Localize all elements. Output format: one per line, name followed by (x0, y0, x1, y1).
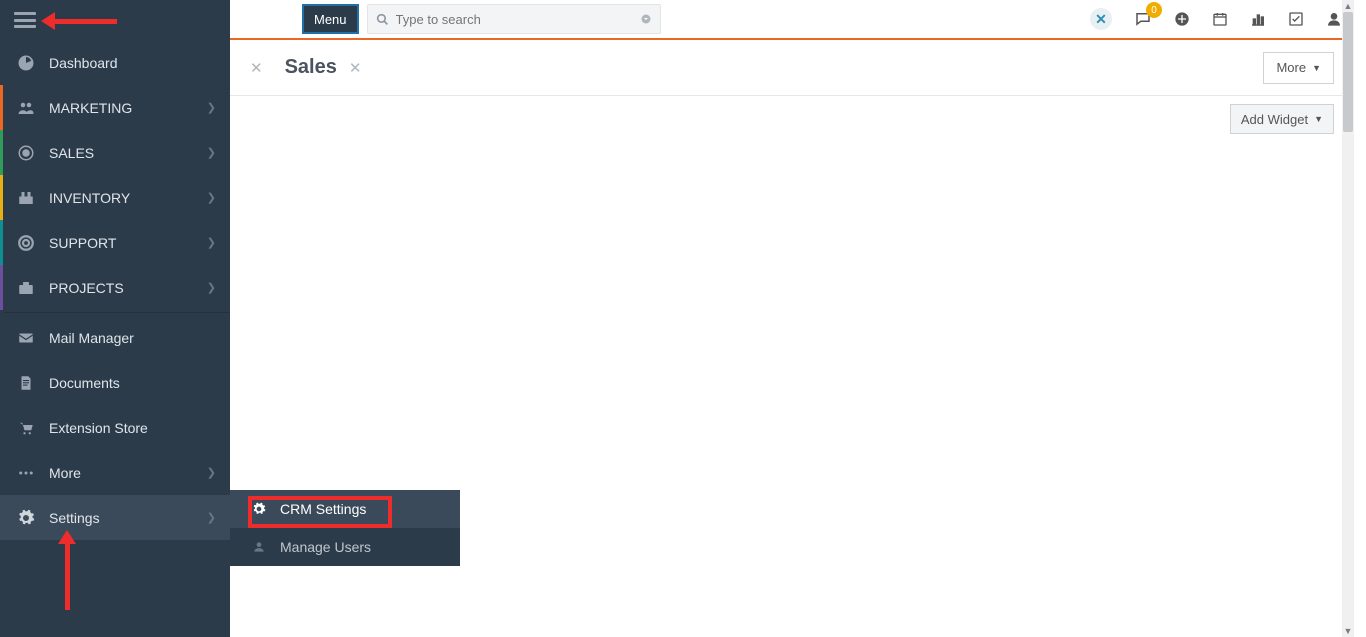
caret-down-icon: ▼ (1312, 63, 1321, 73)
search-box (367, 4, 661, 34)
submenu-item-manage-users[interactable]: Manage Users (230, 528, 460, 566)
submenu-item-label: Manage Users (280, 539, 371, 555)
sidebar-item-extension-store[interactable]: Extension Store (0, 405, 230, 450)
search-icon (376, 13, 389, 26)
sidebar-item-mail-manager[interactable]: Mail Manager (0, 315, 230, 360)
chevron-right-icon: ❯ (207, 466, 216, 479)
more-icon (17, 464, 39, 482)
search-input[interactable] (368, 5, 660, 33)
lifebuoy-icon (17, 234, 39, 252)
submenu-item-crm-settings[interactable]: CRM Settings (230, 490, 460, 528)
notification-badge: 0 (1146, 2, 1162, 18)
calendar-icon[interactable] (1212, 11, 1228, 27)
chat-icon[interactable]: 0 (1134, 10, 1152, 28)
chevron-right-icon: ❯ (207, 146, 216, 159)
document-icon (17, 374, 39, 392)
hamburger-icon[interactable] (14, 12, 36, 28)
topbar-right: ✕ 0 (1090, 8, 1342, 30)
reports-icon[interactable] (1250, 11, 1266, 27)
sidebar-item-support[interactable]: SUPPORT ❯ (0, 220, 230, 265)
sidebar-item-inventory[interactable]: INVENTORY ❯ (0, 175, 230, 220)
scrollbar[interactable]: ▲ ▼ (1342, 0, 1354, 637)
sidebar-item-dashboard[interactable]: Dashboard (0, 40, 230, 85)
add-widget-button[interactable]: Add Widget ▼ (1230, 104, 1334, 134)
sidebar-item-projects[interactable]: PROJECTS ❯ (0, 265, 230, 310)
chevron-right-icon: ❯ (207, 101, 216, 114)
sidebar-header (0, 0, 230, 40)
tab-sales[interactable]: Sales (285, 56, 337, 79)
search-dropdown-icon[interactable] (640, 13, 652, 25)
sidebar-item-label: Documents (49, 375, 120, 391)
chevron-right-icon: ❯ (207, 511, 216, 524)
add-widget-label: Add Widget (1241, 112, 1308, 127)
sidebar-item-marketing[interactable]: MARKETING ❯ (0, 85, 230, 130)
more-button[interactable]: More ▼ (1263, 52, 1334, 84)
add-icon[interactable] (1174, 11, 1190, 27)
divider (4, 312, 230, 313)
more-button-label: More (1276, 60, 1306, 75)
brand-logo[interactable]: ✕ (1090, 8, 1112, 30)
sidebar-item-label: Settings (49, 510, 100, 526)
close-icon[interactable]: ✕ (250, 59, 263, 77)
briefcase-icon (17, 279, 39, 297)
settings-submenu: CRM Settings Manage Users (230, 490, 460, 566)
topbar: Menu ✕ 0 (230, 0, 1354, 40)
tasks-icon[interactable] (1288, 11, 1304, 27)
sidebar: Dashboard MARKETING ❯ SALES ❯ INVENTORY … (0, 0, 230, 637)
sidebar-item-label: SUPPORT (49, 235, 116, 251)
sidebar-item-more[interactable]: More ❯ (0, 450, 230, 495)
sidebar-item-sales[interactable]: SALES ❯ (0, 130, 230, 175)
target-icon (17, 144, 39, 162)
sidebar-item-label: More (49, 465, 81, 481)
sidebar-item-label: Extension Store (49, 420, 148, 436)
chevron-right-icon: ❯ (207, 236, 216, 249)
user-menu-icon[interactable] (1326, 11, 1342, 27)
scroll-thumb[interactable] (1343, 12, 1353, 132)
scroll-up-icon[interactable]: ▲ (1342, 0, 1354, 12)
gear-icon (17, 509, 39, 527)
chevron-right-icon: ❯ (207, 281, 216, 294)
cart-icon (17, 419, 39, 437)
gear-icon (252, 502, 270, 516)
sidebar-item-label: SALES (49, 145, 94, 161)
sidebar-item-label: Mail Manager (49, 330, 134, 346)
close-icon[interactable]: ✕ (349, 59, 362, 77)
sidebar-item-label: MARKETING (49, 100, 132, 116)
sidebar-item-settings[interactable]: Settings ❯ (0, 495, 230, 540)
menu-button[interactable]: Menu (302, 4, 359, 34)
caret-down-icon: ▼ (1314, 114, 1323, 124)
sidebar-item-label: PROJECTS (49, 280, 124, 296)
app-root: Dashboard MARKETING ❯ SALES ❯ INVENTORY … (0, 0, 1354, 637)
chevron-right-icon: ❯ (207, 191, 216, 204)
submenu-item-label: CRM Settings (280, 501, 366, 517)
users-icon (17, 99, 39, 117)
logo-icon: ✕ (1090, 8, 1112, 30)
tab-row: ✕ Sales ✕ More ▼ (230, 40, 1354, 96)
sidebar-item-label: Dashboard (49, 55, 118, 71)
sidebar-item-label: INVENTORY (49, 190, 130, 206)
dashboard-icon (17, 54, 39, 72)
sidebar-item-documents[interactable]: Documents (0, 360, 230, 405)
page-toolbar: Add Widget ▼ (230, 96, 1354, 142)
mail-icon (17, 329, 39, 347)
user-icon (252, 540, 270, 554)
inventory-icon (17, 189, 39, 207)
scroll-down-icon[interactable]: ▼ (1342, 625, 1354, 637)
